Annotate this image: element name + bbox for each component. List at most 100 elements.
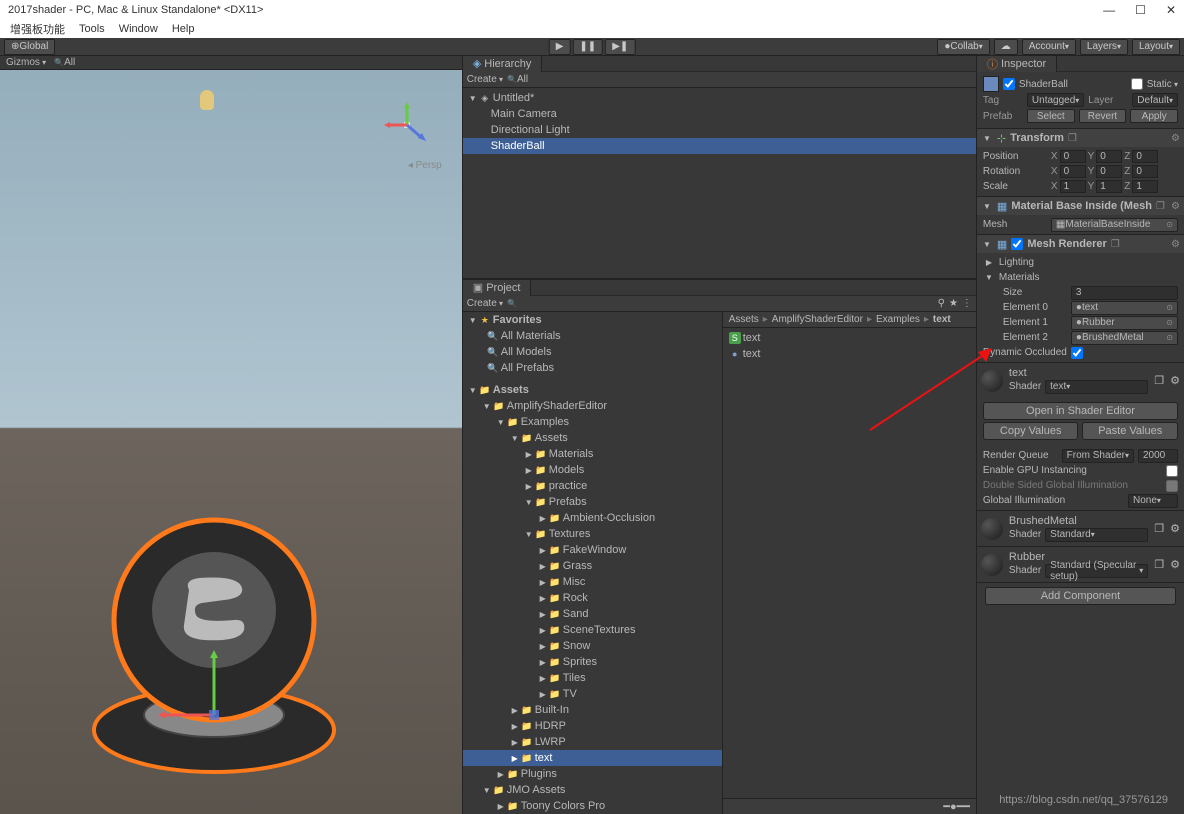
gizmos-dropdown[interactable]: Gizmos: [6, 57, 46, 68]
menu-item[interactable]: 增强板功能: [4, 19, 71, 39]
folder-item[interactable]: 📁FakeWindow: [463, 542, 722, 558]
hierarchy-create-button[interactable]: Create: [467, 74, 503, 85]
mesh-field[interactable]: ▦ MaterialBaseInside: [1051, 218, 1178, 232]
render-queue-value[interactable]: 2000: [1138, 449, 1178, 463]
scene-view[interactable]: ◂ Persp: [0, 70, 462, 814]
maximize-icon[interactable]: ☐: [1135, 3, 1146, 17]
hierarchy-item[interactable]: Main Camera: [463, 106, 976, 122]
project-create-button[interactable]: Create: [467, 298, 503, 309]
crumb[interactable]: text: [933, 314, 951, 325]
shader-dropdown[interactable]: Standard: [1045, 528, 1148, 542]
hierarchy-item[interactable]: Directional Light: [463, 122, 976, 138]
scene-search[interactable]: All: [54, 57, 456, 68]
layers-button[interactable]: Layers: [1080, 39, 1128, 55]
folder-item[interactable]: 📁Sand: [463, 606, 722, 622]
prefab-select-button[interactable]: Select: [1027, 109, 1075, 123]
minimize-icon[interactable]: —: [1103, 3, 1115, 17]
active-checkbox[interactable]: [1003, 78, 1015, 90]
folder-item[interactable]: 📁Plugins: [463, 766, 722, 782]
close-icon[interactable]: ✕: [1166, 3, 1176, 17]
crumb[interactable]: Examples: [876, 314, 920, 325]
folder-item[interactable]: 📁Sprites: [463, 654, 722, 670]
folder-item[interactable]: 📁Models: [463, 462, 722, 478]
favorites-header[interactable]: ★Favorites: [463, 312, 722, 328]
light-gizmo-icon[interactable]: [200, 90, 214, 110]
folder-item[interactable]: 📁text: [463, 750, 722, 766]
orientation-gizmo[interactable]: [382, 100, 432, 150]
gameobject-icon[interactable]: [983, 76, 999, 92]
folder-item[interactable]: 📁LWRP: [463, 734, 722, 750]
play-button[interactable]: ▶: [549, 39, 571, 55]
persp-label[interactable]: ◂ Persp: [408, 160, 442, 171]
folder-item[interactable]: 📁Textures: [463, 526, 722, 542]
static-checkbox[interactable]: [1131, 78, 1143, 90]
filter-icon[interactable]: ⋮: [962, 298, 972, 309]
folder-item[interactable]: 📁Snow: [463, 638, 722, 654]
crumb[interactable]: AmplifyShaderEditor: [772, 314, 863, 325]
menu-item[interactable]: Help: [166, 21, 201, 37]
folder-item[interactable]: 📁JMO Assets: [463, 782, 722, 798]
selected-object[interactable]: [84, 500, 344, 780]
folder-item[interactable]: 📁Built-In: [463, 702, 722, 718]
folder-item[interactable]: 📁TV: [463, 686, 722, 702]
gameobject-name[interactable]: ShaderBall: [1019, 79, 1127, 90]
project-search[interactable]: [507, 299, 934, 308]
folder-item[interactable]: 📁Materials: [463, 446, 722, 462]
crumb[interactable]: Assets: [729, 314, 759, 325]
folder-item[interactable]: 📁practice: [463, 478, 722, 494]
gpu-instancing-checkbox[interactable]: [1166, 465, 1178, 477]
menu-item[interactable]: Window: [113, 21, 164, 37]
scene-row[interactable]: ◈Untitled*: [463, 90, 976, 106]
filter-icon[interactable]: ⚲: [938, 298, 945, 309]
favorite-item[interactable]: 🔍All Models: [463, 344, 722, 360]
prefab-revert-button[interactable]: Revert: [1079, 109, 1127, 123]
open-shader-editor-button[interactable]: Open in Shader Editor: [983, 402, 1178, 420]
folder-item[interactable]: 📁Examples: [463, 414, 722, 430]
layer-dropdown[interactable]: Default: [1132, 93, 1178, 107]
cloud-icon[interactable]: ☁: [994, 39, 1018, 55]
tab-inspector[interactable]: ⓘ Inspector: [977, 56, 1057, 72]
step-button[interactable]: ▶❚: [605, 39, 635, 55]
transform-header[interactable]: ⊹Transform❐⚙: [977, 129, 1184, 147]
menu-item[interactable]: Tools: [73, 21, 111, 37]
prefab-apply-button[interactable]: Apply: [1130, 109, 1178, 123]
folder-item[interactable]: 📁Grass: [463, 558, 722, 574]
render-queue-mode[interactable]: From Shader: [1062, 449, 1134, 463]
tab-hierarchy[interactable]: ◈ Hierarchy: [463, 56, 543, 72]
folder-item[interactable]: 📁Prefabs: [463, 494, 722, 510]
pause-button[interactable]: ❚❚: [572, 39, 603, 55]
folder-item[interactable]: 📁Misc: [463, 574, 722, 590]
static-dropdown[interactable]: Static: [1147, 79, 1178, 90]
project-zoom-slider[interactable]: ━●━━: [723, 798, 976, 814]
hierarchy-search[interactable]: All: [507, 74, 972, 85]
add-component-button[interactable]: Add Component: [985, 587, 1176, 605]
shader-dropdown[interactable]: text: [1045, 380, 1148, 394]
folder-item[interactable]: 📁Toony Colors Pro: [463, 798, 722, 814]
dynamic-occluded-checkbox[interactable]: [1071, 347, 1083, 359]
folder-item[interactable]: 📁HDRP: [463, 718, 722, 734]
folder-item[interactable]: 📁Assets: [463, 430, 722, 446]
account-button[interactable]: Account: [1022, 39, 1076, 55]
folder-item[interactable]: 📁Ambient-Occlusion: [463, 510, 722, 526]
material-slot[interactable]: ● text: [1071, 301, 1178, 315]
materials-size[interactable]: 3: [1071, 286, 1178, 300]
folder-item[interactable]: 📁SceneTextures: [463, 622, 722, 638]
folder-item[interactable]: 📁AmplifyShaderEditor: [463, 398, 722, 414]
tab-project[interactable]: ▣ Project: [463, 280, 532, 296]
paste-values-button[interactable]: Paste Values: [1082, 422, 1178, 440]
material-slot[interactable]: ● Rubber: [1071, 316, 1178, 330]
favorite-item[interactable]: 🔍All Prefabs: [463, 360, 722, 376]
layout-button[interactable]: Layout: [1132, 39, 1180, 55]
shader-dropdown[interactable]: Standard (Specular setup): [1045, 564, 1148, 578]
pivot-global-button[interactable]: ⊕ Global: [4, 39, 55, 55]
filter-icon[interactable]: ★: [949, 298, 958, 309]
collab-button[interactable]: ● Collab: [937, 39, 989, 55]
meshrenderer-header[interactable]: ▦Mesh Renderer❐⚙: [977, 235, 1184, 253]
gi-dropdown[interactable]: None: [1128, 494, 1178, 508]
meshfilter-header[interactable]: ▦Material Base Inside (Mesh❐⚙: [977, 197, 1184, 215]
folder-item[interactable]: 📁Tiles: [463, 670, 722, 686]
favorite-item[interactable]: 🔍All Materials: [463, 328, 722, 344]
material-slot[interactable]: ● BrushedMetal: [1071, 331, 1178, 345]
hierarchy-item[interactable]: ShaderBall: [463, 138, 976, 154]
folder-item[interactable]: 📁Rock: [463, 590, 722, 606]
